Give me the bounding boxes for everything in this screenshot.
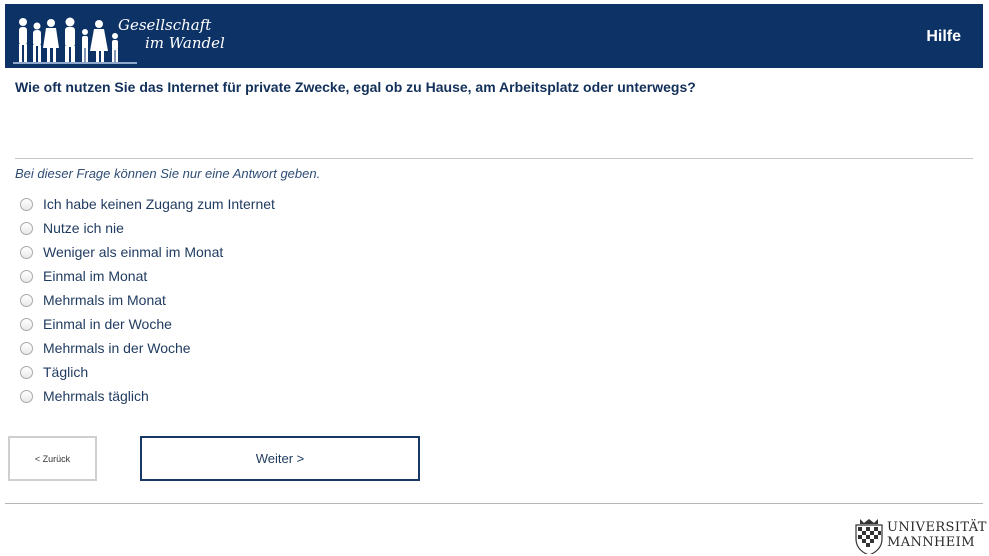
option-label[interactable]: Mehrmals im Monat bbox=[43, 292, 166, 308]
help-link[interactable]: Hilfe bbox=[926, 28, 961, 46]
radio-button-icon[interactable] bbox=[20, 221, 33, 235]
radio-button-icon[interactable] bbox=[20, 389, 33, 403]
university-name: UNIVERSITÄT MANNHEIM bbox=[887, 520, 987, 550]
radio-button-icon[interactable] bbox=[20, 293, 33, 307]
answer-option[interactable]: Mehrmals in der Woche bbox=[20, 336, 275, 360]
option-label[interactable]: Ich habe keinen Zugang zum Internet bbox=[43, 196, 275, 212]
option-label[interactable]: Täglich bbox=[43, 364, 88, 380]
option-label[interactable]: Einmal im Monat bbox=[43, 268, 147, 284]
back-button[interactable]: < Zurück bbox=[8, 436, 97, 481]
option-label[interactable]: Einmal in der Woche bbox=[43, 316, 172, 332]
answer-option[interactable]: Täglich bbox=[20, 360, 275, 384]
logo-line-1: Gesellschaft bbox=[118, 16, 212, 34]
site-logo-text: Gesellschaft im Wandel bbox=[118, 16, 225, 52]
question-text: Wie oft nutzen Sie das Internet für priv… bbox=[15, 79, 696, 95]
answer-option[interactable]: Mehrmals täglich bbox=[20, 384, 275, 408]
answer-option[interactable]: Einmal in der Woche bbox=[20, 312, 275, 336]
answer-options: Ich habe keinen Zugang zum Internet Nutz… bbox=[20, 192, 275, 408]
header-bar: Gesellschaft im Wandel Hilfe bbox=[5, 4, 983, 68]
radio-button-icon[interactable] bbox=[20, 317, 33, 331]
instruction-text: Bei dieser Frage können Sie nur eine Ant… bbox=[15, 166, 321, 181]
university-line-2: MANNHEIM bbox=[887, 535, 975, 550]
logo-line-2: im Wandel bbox=[145, 34, 225, 52]
answer-option[interactable]: Ich habe keinen Zugang zum Internet bbox=[20, 192, 275, 216]
radio-button-icon[interactable] bbox=[20, 365, 33, 379]
answer-option[interactable]: Einmal im Monat bbox=[20, 264, 275, 288]
radio-button-icon[interactable] bbox=[20, 197, 33, 211]
option-label[interactable]: Mehrmals in der Woche bbox=[43, 340, 191, 356]
university-line-1: UNIVERSITÄT bbox=[887, 520, 987, 535]
option-label[interactable]: Weniger als einmal im Monat bbox=[43, 244, 223, 260]
radio-button-icon[interactable] bbox=[20, 341, 33, 355]
option-label[interactable]: Nutze ich nie bbox=[43, 220, 124, 236]
next-button[interactable]: Weiter > bbox=[140, 436, 420, 481]
answer-option[interactable]: Mehrmals im Monat bbox=[20, 288, 275, 312]
divider bbox=[15, 158, 973, 159]
radio-button-icon[interactable] bbox=[20, 269, 33, 283]
answer-option[interactable]: Weniger als einmal im Monat bbox=[20, 240, 275, 264]
answer-option[interactable]: Nutze ich nie bbox=[20, 216, 275, 240]
radio-button-icon[interactable] bbox=[20, 245, 33, 259]
option-label[interactable]: Mehrmals täglich bbox=[43, 388, 149, 404]
footer-divider bbox=[5, 503, 983, 504]
